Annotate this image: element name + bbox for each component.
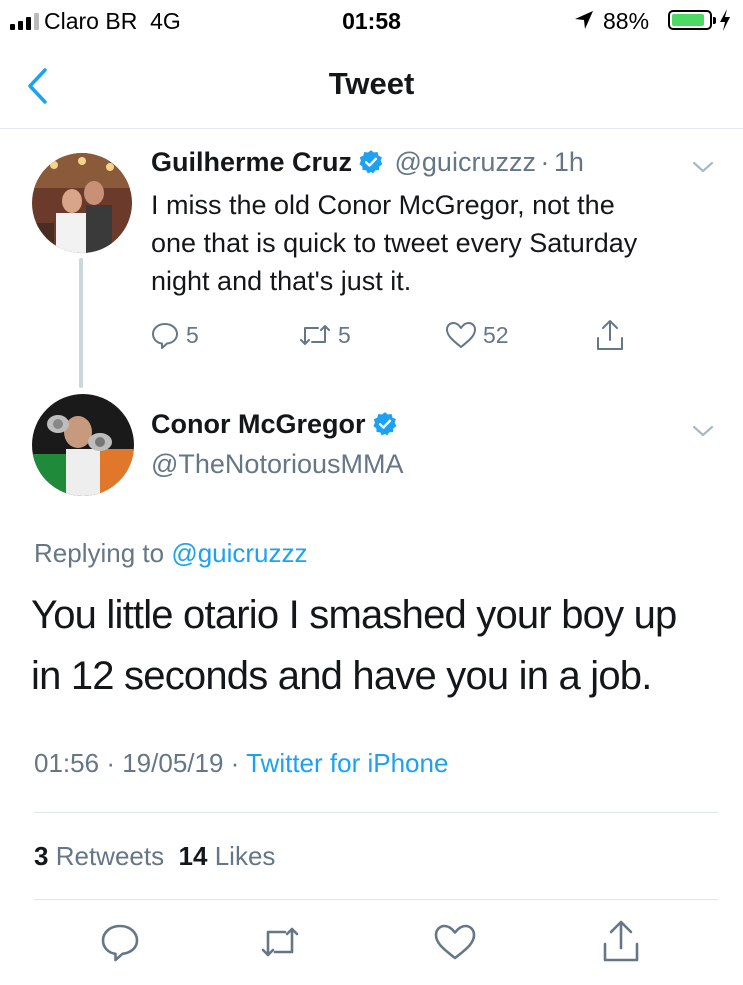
tweet-stats: 3 Retweets 14 Likes bbox=[34, 841, 275, 872]
charging-icon bbox=[718, 8, 732, 38]
tweet-header: Conor McGregor bbox=[151, 409, 398, 442]
retweet-icon bbox=[300, 325, 330, 345]
retweet-icon bbox=[261, 927, 299, 957]
reply-icon bbox=[152, 323, 178, 349]
share-button[interactable] bbox=[597, 916, 645, 964]
like-button[interactable] bbox=[431, 918, 479, 966]
tweet-text-line: in 12 seconds and have you in a job. bbox=[31, 654, 652, 698]
heart-icon bbox=[446, 322, 476, 348]
retweet-button[interactable] bbox=[256, 918, 304, 966]
verified-badge-icon bbox=[358, 149, 384, 180]
like-total: 14 bbox=[178, 841, 208, 871]
like-count: 52 bbox=[483, 321, 509, 348]
share-icon bbox=[603, 920, 639, 962]
tweet-text-line: one that is quick to tweet every Saturda… bbox=[151, 228, 638, 258]
tweet-text: I miss the old Conor McGregor, not the o… bbox=[151, 186, 637, 300]
status-bar: Claro BR 4G 01:58 88% bbox=[0, 0, 743, 44]
retweet-button[interactable]: 5 bbox=[298, 320, 351, 350]
battery-percent: 88% bbox=[603, 8, 650, 34]
retweets-label: Retweets bbox=[55, 841, 165, 871]
replying-to-label: Replying to bbox=[34, 538, 165, 568]
author-handle[interactable]: @TheNotoriousMMA bbox=[151, 449, 403, 480]
heart-icon bbox=[434, 924, 476, 960]
replying-to-handle[interactable]: @guicruzzz bbox=[171, 538, 307, 568]
retweets-stat[interactable]: 3 Retweets bbox=[34, 841, 164, 871]
tweet-date: 19/05/19 bbox=[122, 748, 224, 778]
avatar[interactable] bbox=[32, 153, 132, 253]
divider bbox=[34, 812, 718, 813]
tweet-source-link[interactable]: Twitter for iPhone bbox=[246, 748, 448, 778]
author-name[interactable]: Conor McGregor bbox=[151, 409, 366, 439]
reply-button[interactable]: 5 bbox=[150, 320, 199, 350]
replying-to: Replying to @guicruzzz bbox=[34, 538, 308, 569]
avatar[interactable] bbox=[32, 394, 134, 496]
separator: · bbox=[106, 748, 115, 778]
reply-count: 5 bbox=[186, 321, 199, 348]
share-button[interactable] bbox=[594, 318, 626, 352]
tweet-meta: 01:56 · 19/05/19 · Twitter for iPhone bbox=[34, 748, 448, 779]
chevron-down-icon bbox=[692, 425, 714, 437]
page-title: Tweet bbox=[328, 66, 415, 101]
retweet-count: 5 bbox=[338, 321, 351, 348]
chevron-down-icon bbox=[692, 161, 714, 173]
retweet-total: 3 bbox=[34, 841, 49, 871]
tweet-menu-button[interactable] bbox=[688, 152, 718, 182]
likes-stat[interactable]: 14 Likes bbox=[179, 841, 276, 871]
author-handle[interactable]: @guicruzzz bbox=[395, 147, 536, 177]
tweet-text-line: night and that's just it. bbox=[151, 266, 412, 296]
thread-line bbox=[79, 258, 83, 388]
tweet-header: Guilherme Cruz @guicruzzz · 1h bbox=[151, 147, 584, 180]
location-icon bbox=[573, 9, 595, 37]
tweet-text: You little otario I smashed your boy up … bbox=[31, 585, 677, 707]
separator: · bbox=[540, 147, 550, 177]
author-name[interactable]: Guilherme Cruz bbox=[151, 147, 352, 177]
tweet-time: 1h bbox=[553, 147, 584, 177]
battery-icon bbox=[668, 10, 716, 30]
tweet-text-line: You little otario I smashed your boy up bbox=[31, 593, 677, 637]
divider bbox=[34, 899, 718, 900]
like-button[interactable]: 52 bbox=[445, 320, 509, 350]
tweet-text-line: I miss the old Conor McGregor, not the bbox=[151, 190, 615, 220]
verified-badge-icon bbox=[372, 411, 398, 442]
likes-label: Likes bbox=[214, 841, 276, 871]
tweet-time: 01:56 bbox=[34, 748, 100, 778]
separator: · bbox=[230, 748, 240, 778]
reply-icon bbox=[101, 924, 139, 962]
nav-bar: Tweet bbox=[0, 44, 743, 129]
tweet-menu-button[interactable] bbox=[688, 416, 718, 446]
share-icon bbox=[597, 320, 623, 350]
reply-button[interactable] bbox=[96, 918, 144, 966]
